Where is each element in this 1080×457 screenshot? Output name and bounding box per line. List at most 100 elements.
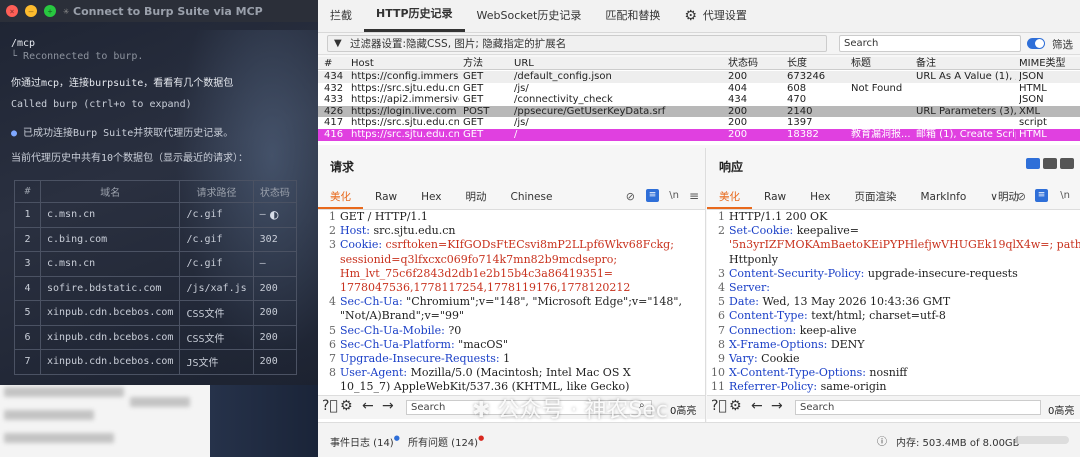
line-number: 9 xyxy=(718,352,725,366)
table-cell: xinpub.cdn.bcebos.com xyxy=(39,349,181,375)
wrap-lines-icon[interactable]: ≡ xyxy=(646,189,659,202)
newline-icon[interactable]: \n xyxy=(669,190,679,201)
more-menu-icon[interactable]: ≡ xyxy=(689,189,699,203)
eye-slash-icon[interactable]: ⊘ xyxy=(626,190,635,203)
header-value: text/html; charset=utf-8 xyxy=(807,309,946,323)
wrap-lines-icon[interactable]: ≡ xyxy=(1035,189,1048,202)
history-cell-host: https://src.sjtu.edu.cn xyxy=(351,82,459,94)
filter-settings[interactable]: ▼ 过滤器设置:隐藏CSS, 图片; 隐藏指定的扩展名 xyxy=(327,35,827,52)
event-log-link[interactable]: 事件日志 (14)● xyxy=(330,434,400,449)
horizontal-view-icon[interactable] xyxy=(1043,158,1057,169)
history-row[interactable]: 426 https://login.live.com POST/ppsecure/G… xyxy=(318,105,1080,118)
help-icon[interactable]: ?⃝ xyxy=(322,398,338,414)
minimize-window-icon[interactable]: – xyxy=(25,5,37,17)
tab-request-raw[interactable]: Raw xyxy=(363,186,409,209)
tab-intercept[interactable]: 拦截 xyxy=(318,0,364,32)
header-value: ?0 xyxy=(444,323,462,337)
history-row[interactable]: 433 https://api2.immersivetr... GET/connec… xyxy=(318,94,1080,106)
column-header[interactable]: 状态码 xyxy=(728,57,758,70)
code-line: 9 Vary: Cookie xyxy=(707,352,1080,366)
close-window-icon[interactable]: × xyxy=(6,5,18,17)
column-header[interactable]: 标题 xyxy=(851,57,871,70)
history-row[interactable]: 417 https://src.sjtu.edu.cn GET/js/200 1397… xyxy=(318,117,1080,129)
history-cell-n: 416 xyxy=(324,129,344,140)
tab-response-hex[interactable]: Hex xyxy=(798,186,842,209)
maximize-window-icon[interactable]: + xyxy=(44,5,56,17)
history-cell-url: /connectivity_check xyxy=(514,94,613,106)
history-cell-url: /default_config.json xyxy=(514,71,612,82)
eye-slash-icon[interactable]: ⊘ xyxy=(1017,190,1026,203)
header-value: Hm_lvt_75c6f2843d2db1e2b15b4c3a86419351= xyxy=(340,266,614,280)
table-cell: CSS文件 xyxy=(179,324,254,350)
tab-match-replace[interactable]: 匹配和替换 xyxy=(593,0,672,32)
column-header[interactable]: URL xyxy=(514,57,534,70)
column-header[interactable]: MIME类型 xyxy=(1019,57,1066,70)
blurred-text xyxy=(4,410,94,420)
table-cell: 200 xyxy=(252,324,298,350)
arrow-right-icon[interactable]: → xyxy=(382,398,394,414)
settings-icon[interactable]: ⚙ xyxy=(729,398,742,414)
history-row[interactable]: 434 https://config.immersiv... GET/default… xyxy=(318,71,1080,83)
code-line: 8 X-Frame-Options: DENY xyxy=(707,338,1080,352)
tab-request-pretty[interactable]: 美化 xyxy=(318,186,363,209)
request-header: 请求 xyxy=(318,148,705,186)
tab-response-markinfo[interactable]: MarkInfo xyxy=(908,186,978,209)
history-row[interactable]: 432 https://src.sjtu.edu.cn GET/js/404 608 N… xyxy=(318,83,1080,95)
history-cell-status: 200 xyxy=(728,71,748,82)
code-line: "Not/A)Brand";v="99" xyxy=(318,309,705,323)
tab-proxy-settings[interactable]: ⚙ 代理设置 xyxy=(672,0,759,32)
memory-bar-fill xyxy=(1015,436,1019,444)
column-header[interactable]: Host xyxy=(351,57,374,70)
history-cell-method: GET xyxy=(463,94,484,106)
newline-icon[interactable]: \n xyxy=(1060,190,1070,201)
terminal-titlebar: × – + ✳ Connect to Burp Suite via MCP xyxy=(0,0,318,22)
table-cell: 200 xyxy=(252,275,298,301)
arrow-left-icon[interactable]: ← xyxy=(751,398,763,414)
line-number: 7 xyxy=(718,323,725,337)
response-editor[interactable]: 1 HTTP/1.1 200 OK 2 Set-Cookie: keepalive= '… xyxy=(707,210,1080,395)
tab-response-raw[interactable]: Raw xyxy=(752,186,798,209)
code-line: Httponly xyxy=(707,253,1080,267)
column-header[interactable]: 方法 xyxy=(463,57,483,70)
response-search-input[interactable]: Search xyxy=(795,400,1041,415)
tab-http-history[interactable]: HTTP历史记录 xyxy=(364,0,465,32)
filter-toggle[interactable] xyxy=(1027,38,1045,49)
watermark: ✱ 公众号 · 神农Sec xyxy=(472,398,669,423)
header-name: Referrer-Policy: xyxy=(729,380,818,394)
line-number: 2 xyxy=(718,224,725,238)
response-header: 响应 xyxy=(707,148,1080,186)
history-cell-method: GET xyxy=(463,71,484,82)
column-header[interactable]: # xyxy=(324,57,332,70)
help-icon[interactable]: ?⃝ xyxy=(711,398,727,414)
line-number: 10 xyxy=(711,366,725,380)
column-header[interactable]: 长度 xyxy=(787,57,807,70)
memory-usage: 内存: 503.4MB of 8.00GB xyxy=(896,438,1020,449)
column-header[interactable]: 备注 xyxy=(916,57,936,70)
history-cell-mime: JSON xyxy=(1019,71,1044,82)
tab-request-chinese[interactable]: Chinese xyxy=(498,186,564,209)
tab-response-render[interactable]: 页面渲染 xyxy=(842,186,908,209)
code-line: 3 Content-Security-Policy: upgrade-insecu… xyxy=(707,267,1080,281)
arrow-left-icon[interactable]: ← xyxy=(362,398,374,414)
header-value: 1778047536,1778117254,1778119176,1778120… xyxy=(340,281,631,295)
all-issues-link[interactable]: 所有问题 (124)● xyxy=(408,434,484,449)
split-view-icon[interactable] xyxy=(1026,158,1040,169)
history-search-input[interactable]: Search xyxy=(839,35,1021,52)
tab-response-pretty[interactable]: 美化 xyxy=(707,186,752,209)
request-editor[interactable]: 1 GET / HTTP/1.1 2 Host: src.sjtu.edu.cn 3 Co… xyxy=(318,210,705,395)
tab-request-hex[interactable]: Hex xyxy=(409,186,453,209)
settings-icon[interactable]: ⚙ xyxy=(340,398,353,414)
bullet-icon: ● xyxy=(11,128,24,139)
table-cell: c.bing.com xyxy=(39,226,181,252)
tab-request-mingdong[interactable]: 明动 xyxy=(453,186,498,209)
tab-websocket-history[interactable]: WebSocket历史记录 xyxy=(465,0,594,32)
history-cell-len: 608 xyxy=(787,82,807,94)
history-cell-status: 200 xyxy=(728,117,748,129)
header-value: upgrade-insecure-requests xyxy=(864,266,1018,280)
chevron-down-icon: ∨ xyxy=(990,191,998,203)
history-row[interactable]: 416 https://src.sjtu.edu.cn GET / 200 18382 教育… xyxy=(318,129,1080,141)
arrow-right-icon[interactable]: → xyxy=(771,398,783,414)
header-value: 1 xyxy=(499,352,511,366)
history-cell-mime: HTML xyxy=(1019,129,1047,140)
vertical-view-icon[interactable] xyxy=(1060,158,1074,169)
